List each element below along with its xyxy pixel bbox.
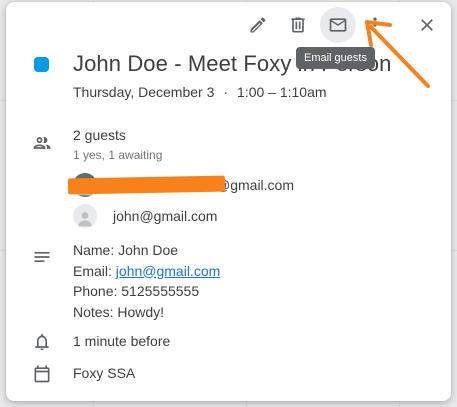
people-icon bbox=[32, 133, 52, 153]
description-notes: Notes: Howdy! bbox=[73, 303, 165, 320]
bell-icon bbox=[32, 332, 52, 352]
more-options-button[interactable] bbox=[362, 7, 388, 43]
close-icon bbox=[421, 19, 433, 31]
close-button[interactable] bbox=[409, 7, 445, 43]
description-name: Name: John Doe bbox=[73, 242, 179, 258]
calendar-name: Foxy SSA bbox=[73, 365, 136, 381]
email-guests-tooltip: Email guests bbox=[296, 47, 375, 69]
event-time: 1:00 – 1:10am bbox=[237, 84, 327, 100]
redaction-mark bbox=[67, 175, 226, 195]
calendar-icon bbox=[32, 364, 52, 384]
description-email-line: Email: john@gmail.com bbox=[73, 261, 220, 282]
guests-count: 2 guests bbox=[73, 127, 126, 143]
description-email-label: Email: bbox=[73, 262, 116, 279]
guests-rsvp-summary: 1 yes, 1 awaiting bbox=[73, 148, 163, 162]
event-description: Name: John Doe Email: john@gmail.com Pho… bbox=[73, 240, 220, 322]
event-date: Thursday, December 3 bbox=[73, 84, 215, 100]
edit-event-button[interactable] bbox=[240, 7, 276, 43]
guest-item[interactable]: john@gmail.com bbox=[73, 203, 217, 229]
description-phone: Phone: 5125555555 bbox=[73, 283, 200, 299]
datetime-separator: · bbox=[223, 84, 229, 100]
guest-email: @gmail.com bbox=[216, 177, 295, 193]
description-email-link[interactable]: john@gmail.com bbox=[116, 263, 220, 279]
event-color-indicator bbox=[34, 57, 49, 72]
trash-icon bbox=[291, 17, 305, 33]
email-guests-button[interactable] bbox=[320, 7, 356, 43]
reminder-text: 1 minute before bbox=[73, 333, 171, 349]
description-icon bbox=[32, 247, 52, 267]
avatar bbox=[73, 204, 97, 228]
delete-event-button[interactable] bbox=[280, 7, 316, 43]
guest-email: john@gmail.com bbox=[113, 208, 218, 224]
event-details-popup: Email guests John Doe - Meet Foxy in Per… bbox=[6, 2, 451, 401]
event-datetime: Thursday, December 3 · 1:00 – 1:10am bbox=[73, 84, 327, 100]
mail-icon bbox=[329, 18, 347, 32]
pencil-icon bbox=[250, 17, 266, 33]
more-vert-icon bbox=[373, 17, 377, 33]
